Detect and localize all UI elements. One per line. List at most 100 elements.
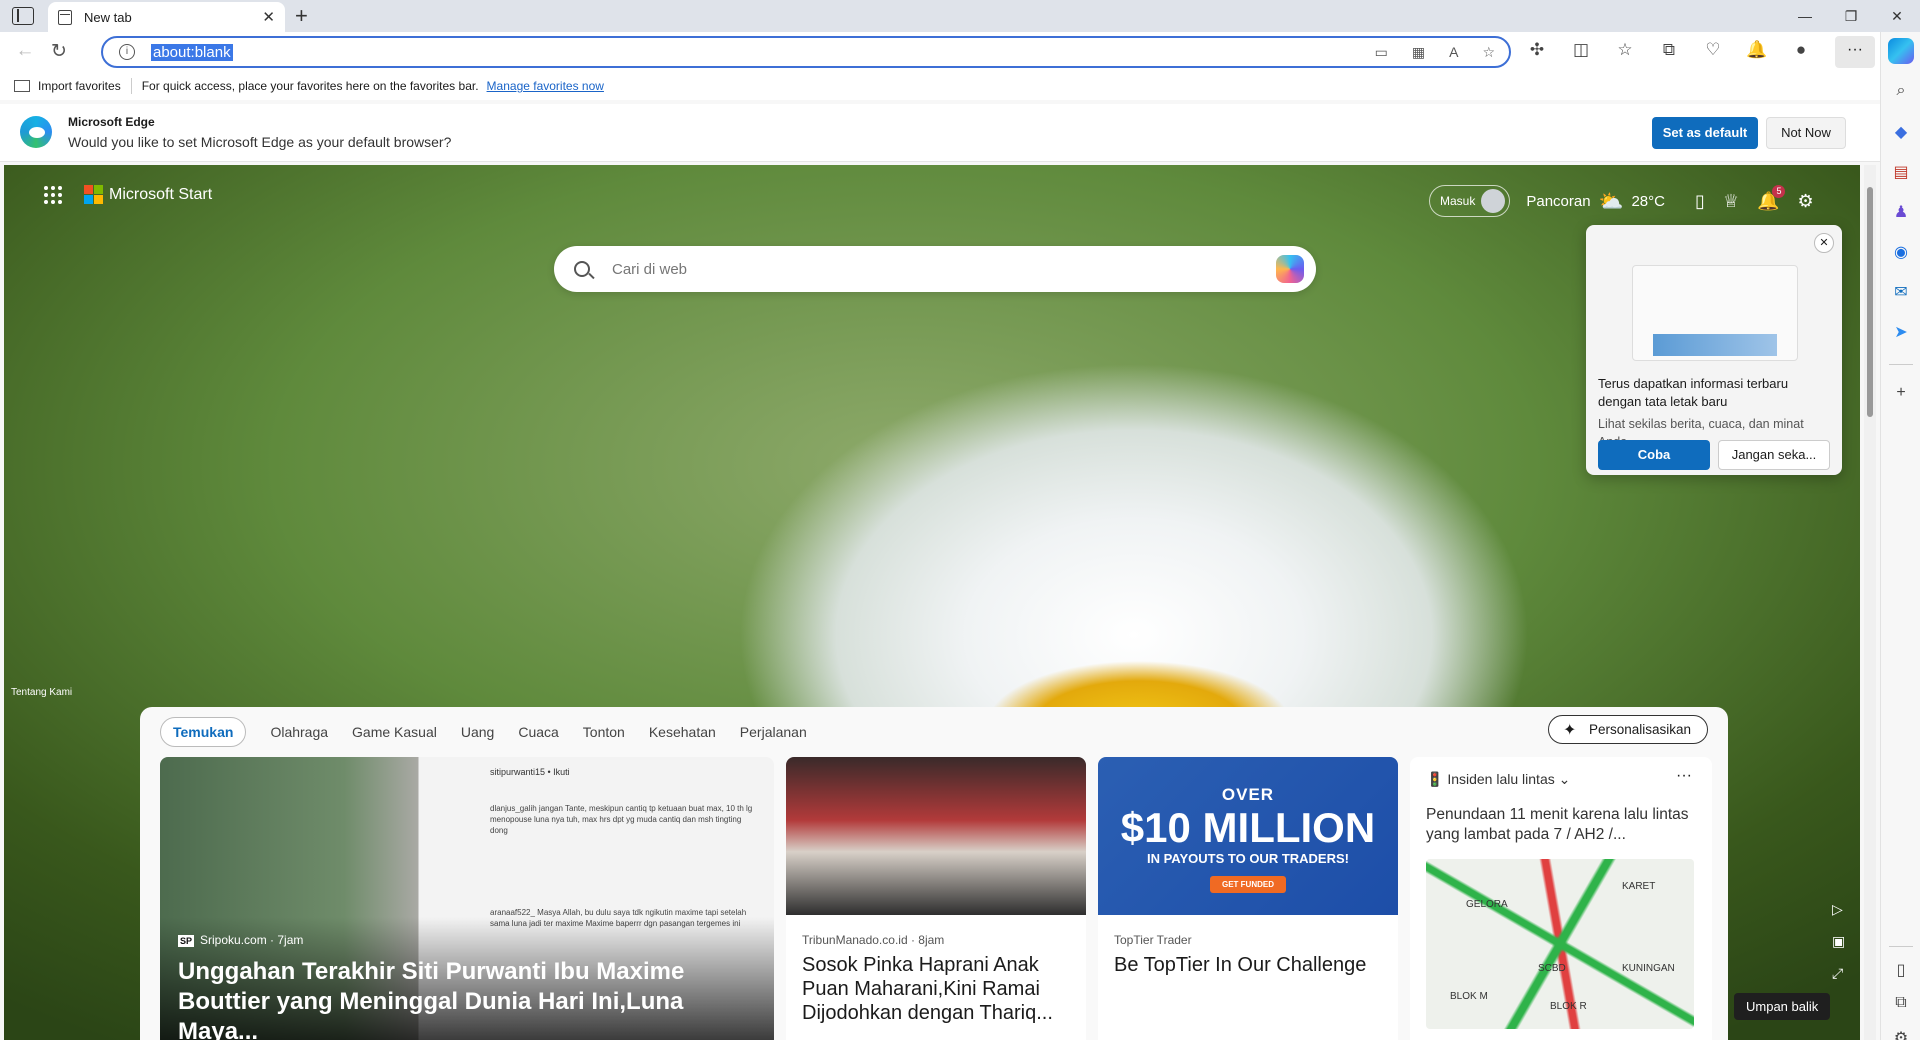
close-window-button[interactable]: ✕ [1874,0,1920,32]
comment-text: dlanjus_galih jangan Tante, meskipun can… [490,804,753,835]
ad-subtitle: IN PAYOUTS TO OUR TRADERS! [1146,851,1349,866]
copilot-sidebar-icon[interactable] [1888,38,1914,64]
rewards-icon[interactable]: ♕ [1723,191,1739,212]
notification-bell-icon[interactable]: 🔔 5 [1757,184,1786,212]
favorite-star-icon[interactable]: ☆ [1482,44,1495,61]
ad-card[interactable]: OVER $10 MILLION IN PAYOUTS TO OUR TRADE… [1098,757,1398,1040]
favorites-icon[interactable]: ☆ [1613,40,1637,60]
app-launcher-icon[interactable] [44,185,62,204]
favorites-bar: Import favorites For quick access, place… [0,72,1880,100]
tab-tonton[interactable]: Tonton [583,724,625,740]
weather-location[interactable]: Pancoran [1526,193,1590,210]
search-icon[interactable]: ⌕ [1891,82,1911,100]
site-info-icon[interactable]: i [119,44,135,60]
edge-logo-icon [20,116,52,148]
temperature[interactable]: 28°C [1631,193,1665,210]
dismiss-button[interactable]: Jangan seka... [1718,440,1830,470]
card-headline: Unggahan Terakhir Siti Purwanti Ibu Maxi… [178,958,685,1040]
microsoft365-icon[interactable]: ◉ [1891,242,1911,262]
comment-user: sitipurwanti15 • Ikuti [490,767,570,777]
avatar [1481,189,1506,213]
address-bar[interactable]: i about:blank ▭ ▦ A ☆ [101,36,1511,68]
settings-more-button[interactable]: ··· [1835,36,1875,68]
scrollbar-thumb[interactable] [1867,187,1873,417]
close-popup-icon[interactable]: ✕ [1814,233,1834,253]
ad-cta: GET FUNDED [1210,876,1286,893]
new-tab-button[interactable]: + [295,3,308,29]
qr-icon[interactable]: ▦ [1412,44,1425,61]
sign-in-button[interactable]: Masuk [1429,185,1511,217]
card-more-icon[interactable]: ··· [1676,767,1692,785]
feed-tabs: Temukan Olahraga Game Kasual Uang Cuaca … [160,717,831,747]
map-label: KARET [1622,881,1656,892]
split-screen-icon[interactable]: ◫ [1569,40,1593,60]
traffic-title: Penundaan 11 menit karena lalu lintas ya… [1426,806,1689,843]
expand-icon[interactable]: ⤢ [1832,965,1843,982]
minimize-button[interactable]: — [1782,0,1828,32]
feedback-button[interactable]: Umpan balik [1734,993,1831,1020]
tab-temukan[interactable]: Temukan [160,717,247,747]
app-available-icon[interactable]: ▭ [1375,44,1388,61]
read-aloud-icon[interactable]: A [1449,44,1458,61]
web-search-box[interactable]: Cari di web [554,246,1316,292]
sidebar-settings-icon[interactable]: ⚙ [1891,1028,1911,1040]
extensions-icon[interactable]: ✣ [1525,40,1549,60]
open-external-icon[interactable]: ⧉ [1891,994,1911,1012]
personalize-button[interactable]: Personalisasikan [1547,715,1708,744]
collections-icon[interactable]: ⧉ [1657,40,1681,60]
refresh-button[interactable]: ↻ [46,40,72,63]
tab-uang[interactable]: Uang [461,724,494,740]
drop-icon[interactable]: ➤ [1891,322,1911,342]
tab-cuaca[interactable]: Cuaca [518,724,558,740]
divider [1889,946,1913,947]
outlook-icon[interactable]: ✉ [1891,282,1911,302]
play-icon[interactable]: ▷ [1832,901,1843,918]
manage-favorites-link[interactable]: Manage favorites now [487,79,604,93]
traffic-card[interactable]: 🚦 Insiden lalu lintas ⌄ ··· Penundaan 11… [1410,757,1712,1040]
alerts-icon[interactable]: 🔔 [1745,40,1769,60]
set-default-button[interactable]: Set as default [1652,117,1758,149]
ad-amount: $10 MILLION [1120,804,1376,851]
import-favorites-button[interactable]: Import favorites [14,79,121,93]
card-headline: Sosok Pinka Haprani Anak Puan Maharani,K… [802,954,1053,1024]
new-tab-page: Microsoft Start Masuk Pancoran ⛅ 28°C ▯ … [4,165,1860,1040]
address-input[interactable]: about:blank [151,43,233,61]
page-scrollbar[interactable] [1864,165,1876,1040]
tab-game-kasual[interactable]: Game Kasual [352,724,437,740]
profile-icon[interactable]: ● [1789,40,1813,60]
try-button[interactable]: Coba [1598,440,1710,470]
back-button[interactable]: ← [12,40,38,62]
page-icon [58,9,72,25]
copilot-icon[interactable] [1276,255,1304,283]
shopping-tag-icon[interactable]: ◆ [1891,122,1911,142]
image-info-icon[interactable]: ▣ [1832,933,1845,950]
tab-olahraga[interactable]: Olahraga [270,724,328,740]
games-icon[interactable]: ♟ [1891,202,1911,222]
phone-icon[interactable]: ▯ [1695,191,1705,212]
about-link[interactable]: Tentang Kami [11,687,72,698]
not-now-button[interactable]: Not Now [1766,117,1846,149]
tab-strip: New tab ✕ + — ❐ ✕ [0,0,1920,32]
microsoft-start-brand[interactable]: Microsoft Start [44,185,212,204]
popup-title: Terus dapatkan informasi terbaru dengan … [1598,376,1789,409]
add-icon[interactable]: + [1891,384,1911,402]
traffic-map[interactable]: GELORA KARET SCBD KUNINGAN BLOK R BLOK M [1426,859,1694,1029]
search-input[interactable]: Cari di web [612,261,687,278]
news-card[interactable]: TribunManado.co.id · 8jam Sosok Pinka Ha… [786,757,1086,1040]
map-label: GELORA [1466,899,1508,910]
close-tab-icon[interactable]: ✕ [262,8,275,26]
map-label: BLOK M [1450,991,1488,1002]
layout-preview-image [1632,265,1798,361]
tab-new-tab[interactable]: New tab ✕ [48,2,285,32]
hide-sidebar-icon[interactable]: ▯ [1891,960,1911,980]
news-card[interactable]: sitipurwanti15 • Ikuti dlanjus_galih jan… [160,757,774,1040]
performance-icon[interactable]: ♡ [1701,40,1725,60]
tab-actions-icon[interactable] [12,7,34,25]
tab-perjalanan[interactable]: Perjalanan [740,724,807,740]
tools-icon[interactable]: ▤ [1891,162,1911,182]
ad-over: OVER [1221,785,1275,804]
tab-kesehatan[interactable]: Kesehatan [649,724,716,740]
ntp-top-right: Masuk Pancoran ⛅ 28°C ▯ ♕ 🔔 5 ⚙ [1429,184,1814,217]
page-settings-icon[interactable]: ⚙ [1797,191,1813,212]
restore-button[interactable]: ❐ [1828,0,1874,32]
